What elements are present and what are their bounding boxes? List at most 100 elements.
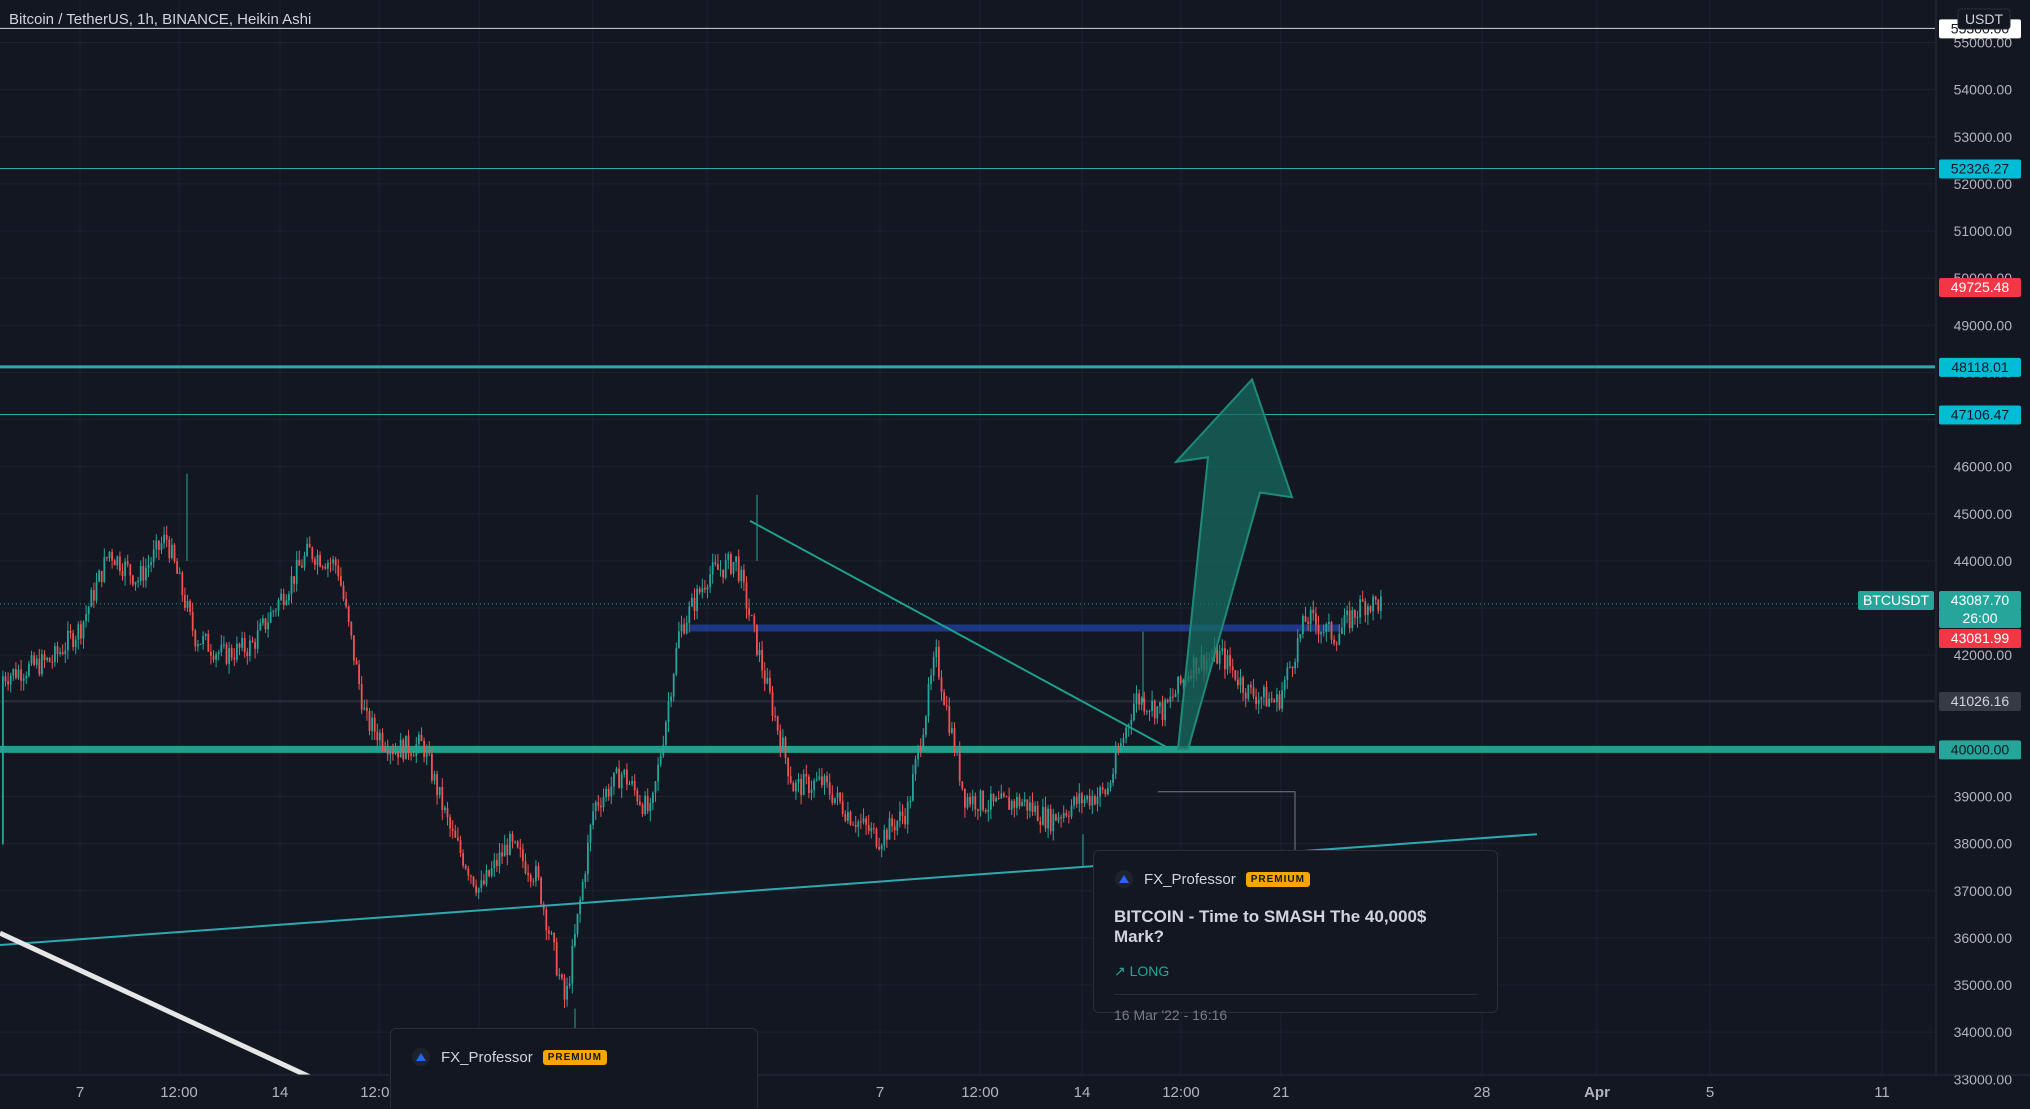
candle [394,751,397,755]
candle [626,769,628,785]
candle [433,774,436,781]
symbol-title: Bitcoin / TetherUS, 1h, BINANCE, Heikin … [9,11,311,28]
candle [1031,802,1034,812]
candle [1341,627,1343,634]
candle [961,781,964,789]
candle [56,646,59,655]
idea-card[interactable]: FX_Professor PREMIUM BITCOIN - Time to S… [1093,850,1498,1023]
candle [171,544,173,558]
candle [1078,793,1081,804]
candle [1107,787,1109,795]
candle [849,811,852,825]
candle [901,811,904,816]
chart-root[interactable]: 55000.0054000.0053000.0052000.0051000.00… [0,0,2030,1109]
candle [948,706,951,733]
candle [1338,633,1341,645]
candle [418,734,420,745]
candle [438,786,441,796]
candle [61,652,64,655]
idea-author[interactable]: FX_Professor [441,1049,533,1066]
candle [763,670,766,684]
candle [444,807,446,810]
candle [1265,687,1268,707]
candle [20,669,22,681]
candle [327,562,329,569]
candle [321,566,324,568]
candle [246,651,249,657]
candle [522,849,524,862]
candle [1296,638,1299,663]
candle [415,744,418,756]
candle [602,797,605,808]
candle [503,844,506,857]
candle [295,559,298,584]
candle [932,657,935,676]
candle [275,610,277,612]
candle [984,810,987,812]
candle [1226,655,1229,670]
candle [519,847,522,850]
candle [371,717,373,732]
candle [204,633,207,637]
candle [2,676,4,844]
candle [818,776,821,780]
candle [197,644,199,647]
candle [628,783,631,785]
level-price-tag: 52326.27 [1951,160,2010,176]
candle [431,753,433,781]
candle [883,829,886,846]
candle [342,585,345,599]
candle [524,861,527,873]
candle [535,866,537,882]
candle [1299,634,1302,639]
candle [1117,751,1120,753]
candle [1153,700,1156,719]
candle [459,840,462,853]
candle [652,792,654,803]
candle [789,776,792,783]
candle [1354,609,1356,618]
time-axis[interactable]: 712:001412:002125Mar712:001412:002128Apr… [0,1074,2030,1109]
candle [737,556,740,582]
candle [966,797,969,808]
candle [683,624,685,634]
candle [1010,800,1013,810]
candle [230,647,233,658]
candle [574,933,576,946]
candle [1247,684,1250,699]
y-tick-label: 54000.00 [1954,82,2013,98]
candle [509,833,511,855]
candle [1130,720,1133,725]
candle [379,732,381,741]
candle [584,874,587,883]
candle [719,569,722,571]
candle [1242,677,1244,693]
candle [743,569,745,583]
candle [735,556,737,563]
candle [124,561,126,577]
idea-title[interactable]: BITCOIN - Time to SMASH The 40,000$ Mark… [1114,907,1477,947]
candle [805,774,808,777]
candle [891,818,893,827]
candle [410,753,412,756]
y-tick-label: 36000.00 [1954,930,2013,946]
idea-card-2[interactable]: FX_Professor PREMIUM [390,1028,758,1108]
candle [202,636,204,644]
candle [163,534,165,544]
candle [745,582,748,609]
idea-author[interactable]: FX_Professor [1144,871,1236,888]
candle [1348,610,1351,628]
candle [922,734,925,750]
candle [43,654,46,661]
candle [1304,616,1307,622]
candle [132,575,134,585]
candle [688,606,691,623]
candle [1317,624,1320,635]
candle [1372,596,1374,612]
candle [808,776,810,793]
currency-label[interactable]: USDT [1965,11,2004,27]
candle [857,821,860,828]
candle [54,646,56,662]
candle [1377,599,1380,611]
candle [610,786,613,797]
